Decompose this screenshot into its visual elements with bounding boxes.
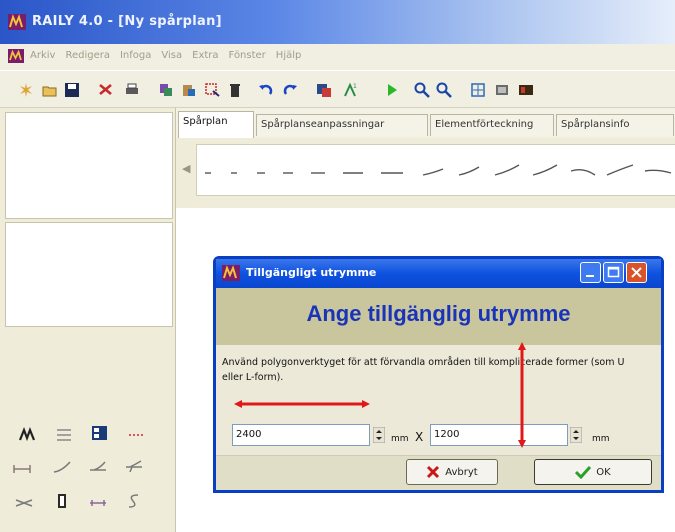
fit-icon[interactable] — [470, 82, 486, 98]
play-icon[interactable] — [384, 82, 400, 98]
app-window: RAILY 4.0 - [Ny spårplan] Arkiv Redigera… — [0, 0, 675, 532]
width-input[interactable]: 2400 — [232, 424, 370, 446]
title-bar[interactable]: RAILY 4.0 - [Ny spårplan] — [0, 0, 675, 44]
track-palette-bar: ◀ — [176, 138, 675, 208]
width-unit: mm — [391, 434, 409, 444]
track-tool-icon[interactable] — [18, 426, 38, 444]
close-button[interactable] — [626, 262, 647, 283]
preview-panel[interactable] — [5, 112, 173, 219]
text-icon[interactable]: 1 — [342, 82, 358, 98]
bridge-track-icon[interactable] — [88, 494, 108, 512]
tab-sparplanseanpassningar[interactable]: Spårplanseanpassningar — [256, 114, 428, 136]
times-sign: X — [415, 430, 424, 444]
dialog-heading-band: Ange tillgänglig utrymme — [216, 288, 661, 345]
cut-icon[interactable] — [98, 82, 114, 98]
left-panel — [0, 108, 175, 532]
curve-track-icon[interactable] — [52, 458, 72, 476]
toolbar: 1 — [0, 70, 675, 108]
cancel-button[interactable]: Avbryt — [406, 459, 498, 485]
close-icon — [631, 267, 642, 278]
menu-item-fonster[interactable]: Fönster — [229, 50, 266, 61]
copy-icon[interactable] — [158, 82, 174, 98]
tab-sparplansinfo[interactable]: Spårplansinfo — [556, 114, 674, 136]
app-menu-icon[interactable] — [8, 49, 24, 63]
menu-item-hjalp[interactable]: Hjälp — [276, 50, 302, 61]
menu-bar: Arkiv Redigera Infoga Visa Extra Fönster… — [0, 44, 675, 70]
available-space-dialog: Tillgängligt utrymme Ange tillgänglig ut… — [213, 256, 664, 493]
svg-text:1: 1 — [353, 83, 357, 90]
dialog-title: Tillgängligt utrymme — [246, 266, 377, 279]
maximize-button[interactable] — [603, 262, 624, 283]
menu-item-extra[interactable]: Extra — [192, 50, 218, 61]
height-unit: mm — [592, 434, 610, 444]
maximize-icon — [607, 266, 620, 278]
tab-sparplan[interactable]: Spårplan — [178, 111, 254, 138]
buffer-stop-icon[interactable] — [52, 492, 72, 510]
turnout-left-icon[interactable] — [88, 458, 108, 476]
height-spinner-icon[interactable] — [570, 427, 582, 443]
view-icon[interactable] — [494, 82, 510, 98]
save-icon[interactable] — [64, 82, 80, 98]
zoom-out-icon[interactable] — [436, 82, 452, 98]
print-icon[interactable] — [124, 82, 140, 98]
select-icon[interactable] — [204, 82, 220, 98]
cancel-x-icon — [427, 465, 440, 479]
s-curve-track-icon[interactable] — [124, 492, 144, 510]
list-tool-icon[interactable] — [54, 426, 74, 444]
turnout-right-icon[interactable] — [124, 458, 144, 476]
delete-icon[interactable] — [227, 82, 243, 98]
ok-label: OK — [596, 466, 611, 478]
crossing-track-icon[interactable] — [14, 494, 34, 512]
dialog-footer: Avbryt OK — [216, 455, 661, 490]
ok-check-icon — [575, 465, 592, 479]
properties-panel[interactable] — [5, 222, 173, 327]
scroll-left-icon[interactable]: ◀ — [182, 162, 194, 182]
tab-strip: Spårplan Spårplanseanpassningar Elementf… — [176, 108, 675, 138]
width-spinner-icon[interactable] — [373, 427, 385, 443]
menu-item-visa[interactable]: Visa — [161, 50, 182, 61]
new-icon[interactable] — [18, 82, 34, 98]
track-pieces-icon — [205, 164, 672, 176]
minimize-icon — [586, 275, 594, 277]
dialog-heading: Ange tillgänglig utrymme — [306, 301, 571, 326]
menu-item-infoga[interactable]: Infoga — [120, 50, 151, 61]
layers-icon[interactable] — [316, 82, 332, 98]
redo-icon[interactable] — [282, 82, 298, 98]
ok-button[interactable]: OK — [534, 459, 652, 485]
menu-item-redigera[interactable]: Redigera — [65, 50, 110, 61]
signal-tool-icon[interactable] — [126, 426, 146, 444]
dialog-title-bar[interactable]: Tillgängligt utrymme — [216, 259, 661, 288]
minimize-button[interactable] — [580, 262, 601, 283]
tab-elementforteckning[interactable]: Elementförteckning — [430, 114, 554, 136]
height-input[interactable]: 1200 — [430, 424, 568, 446]
color-icon[interactable] — [518, 82, 534, 98]
undo-icon[interactable] — [258, 82, 274, 98]
table-tool-icon[interactable] — [90, 424, 110, 442]
straight-track-icon[interactable] — [12, 460, 32, 478]
dialog-app-icon — [222, 265, 240, 281]
track-palette[interactable] — [196, 144, 675, 196]
paste-icon[interactable] — [181, 82, 197, 98]
menu-item-arkiv[interactable]: Arkiv — [30, 50, 55, 61]
app-icon — [8, 14, 26, 30]
cancel-label: Avbryt — [445, 466, 478, 478]
zoom-in-icon[interactable] — [414, 82, 430, 98]
open-icon[interactable] — [42, 82, 58, 98]
window-title: RAILY 4.0 - [Ny spårplan] — [32, 14, 222, 29]
dialog-instruction: Använd polygonverktyget för att förvandl… — [222, 357, 625, 383]
